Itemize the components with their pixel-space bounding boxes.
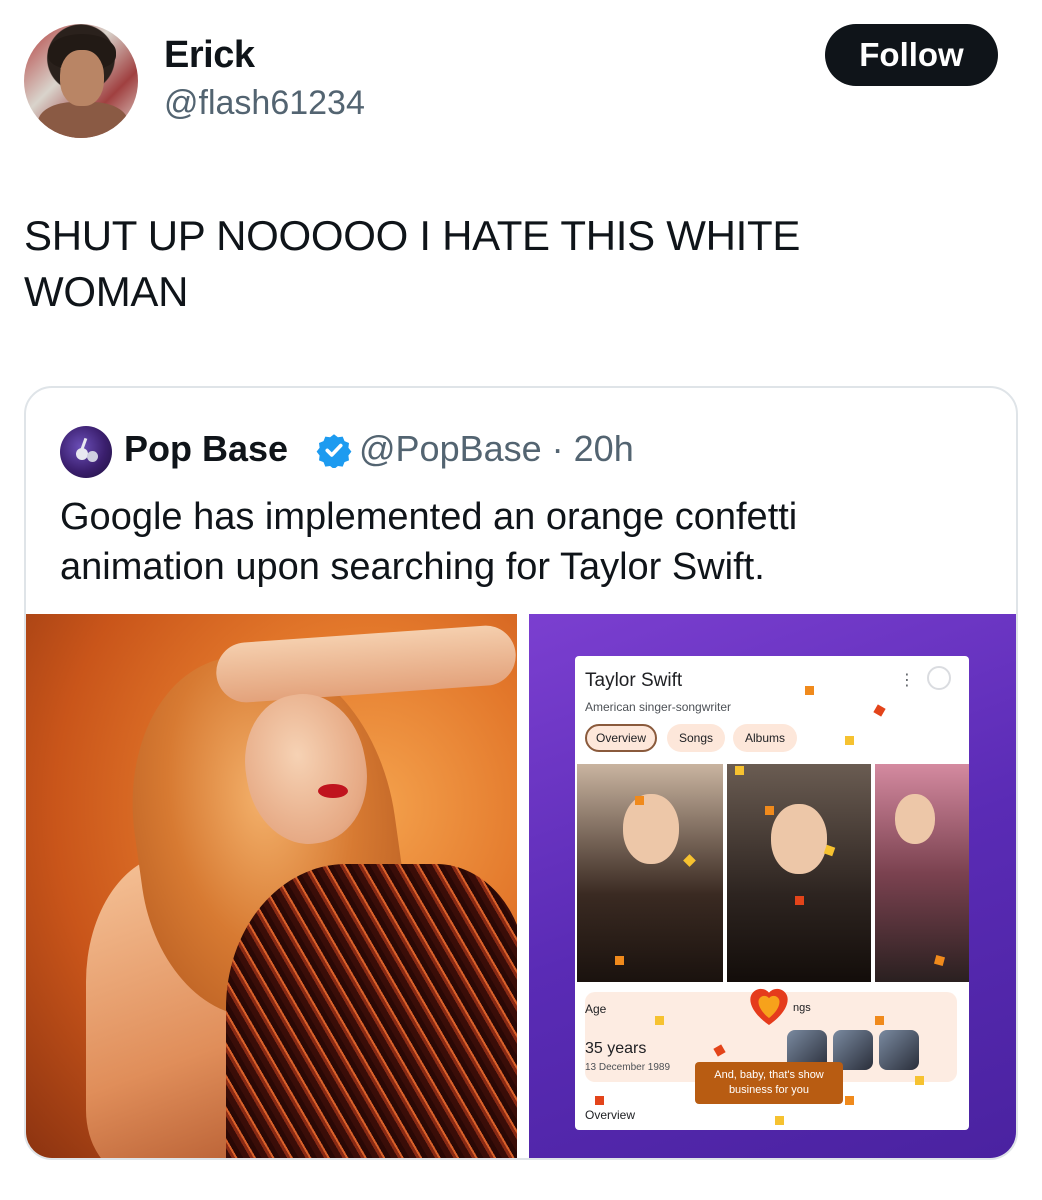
quoted-tweet-card[interactable]: Pop Base @PopBase · 20h Google has imple… [24,386,1018,1160]
toast-line-2: business for you [728,1084,810,1096]
toast-line-1: And, baby, that's show [714,1069,824,1081]
share-icon [927,666,951,690]
panel-image-3-face [895,794,935,844]
more-menu-icon: ⋮ [899,672,915,689]
panel-image-1-face [623,794,679,864]
verified-badge-icon [316,434,352,468]
confetti-piece [775,1116,784,1125]
heart-fire-icon [750,988,788,1025]
confetti-piece [655,1016,664,1025]
cherry-icon [76,448,88,460]
age-value: 35 years [585,1040,647,1057]
photo-figure-lips [318,784,348,798]
confetti-piece [735,766,744,775]
cherry-icon-2 [87,451,98,462]
popbase-avatar[interactable] [60,426,112,478]
age-label: Age [585,1002,607,1016]
confetti-piece [845,736,854,745]
tweet-text: SHUT UP NOOOOO I HATE THIS WHITE WOMAN [24,212,801,315]
quoted-photo-right[interactable]: Taylor Swift American singer-songwriter … [529,614,1016,1158]
confetti-piece [915,1076,924,1085]
confetti-piece [595,1096,604,1105]
quoted-handle-time[interactable]: @PopBase · 20h [359,428,634,470]
author-name[interactable]: Erick [164,34,255,77]
panel-title: Taylor Swift [585,670,683,691]
avatar-body [38,102,128,138]
quoted-photo-left[interactable] [26,614,517,1158]
panel-image-3 [875,764,969,982]
song-thumb [879,1030,919,1070]
panel-image-1 [577,764,723,982]
avatar-face [60,50,104,106]
google-knowledge-panel: Taylor Swift American singer-songwriter … [575,656,969,1130]
author-avatar[interactable] [24,24,138,138]
confetti-piece [875,1016,884,1025]
confetti-piece [845,1096,854,1105]
photo-figure-dress [226,864,517,1158]
confetti-piece [635,796,644,805]
quoted-author-name[interactable]: Pop Base [124,428,288,470]
author-handle[interactable]: @flash61234 [164,84,365,123]
confetti-piece [795,896,804,905]
photo-figure-arm [214,623,517,705]
panel-image-2-face [771,804,827,874]
birth-date: 13 December 1989 [585,1062,671,1073]
confetti-piece [805,686,814,695]
quoted-tweet-text: Google has implemented an orange confett… [60,496,798,588]
confetti-piece [615,956,624,965]
follow-button[interactable]: Follow [825,24,998,86]
confetti-toast: And, baby, that's show business for you [695,1062,843,1104]
panel-subtitle: American singer-songwriter [585,700,732,714]
confetti-piece [765,806,774,815]
tab-overview: Overview [585,724,657,752]
tab-albums: Albums [733,724,797,752]
tab-songs: Songs [667,724,725,752]
panel-image-2 [727,764,871,982]
overview-section-label: Overview [585,1108,636,1122]
confetti-piece [873,704,886,717]
